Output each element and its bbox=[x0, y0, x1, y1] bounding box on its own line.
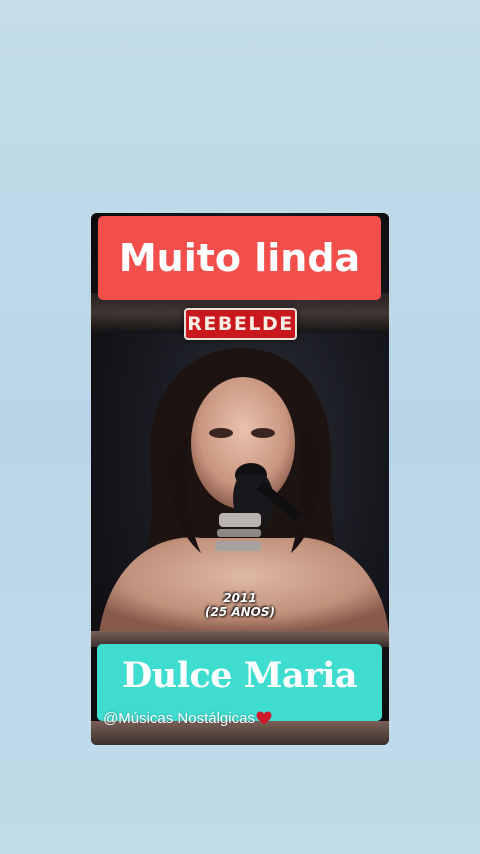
channel-handle-text: @Músicas Nostálgicas bbox=[103, 710, 255, 727]
year-caption: 2011 (25 ANOS) bbox=[191, 591, 289, 619]
rebelde-logo-text: REBELDE bbox=[187, 312, 294, 335]
title-text: Muito linda bbox=[118, 236, 361, 280]
year-text: 2011 bbox=[223, 591, 257, 605]
age-text: (25 ANOS) bbox=[204, 605, 276, 619]
heart-icon bbox=[256, 711, 272, 725]
video-card[interactable]: Muito linda REBELDE 2011 (25 ANOS) Dulce… bbox=[91, 213, 389, 745]
name-text: Dulce Maria bbox=[121, 655, 358, 696]
title-banner: Muito linda bbox=[98, 216, 381, 300]
rebelde-logo: REBELDE bbox=[184, 308, 297, 340]
channel-handle: @Músicas Nostálgicas bbox=[103, 710, 272, 727]
